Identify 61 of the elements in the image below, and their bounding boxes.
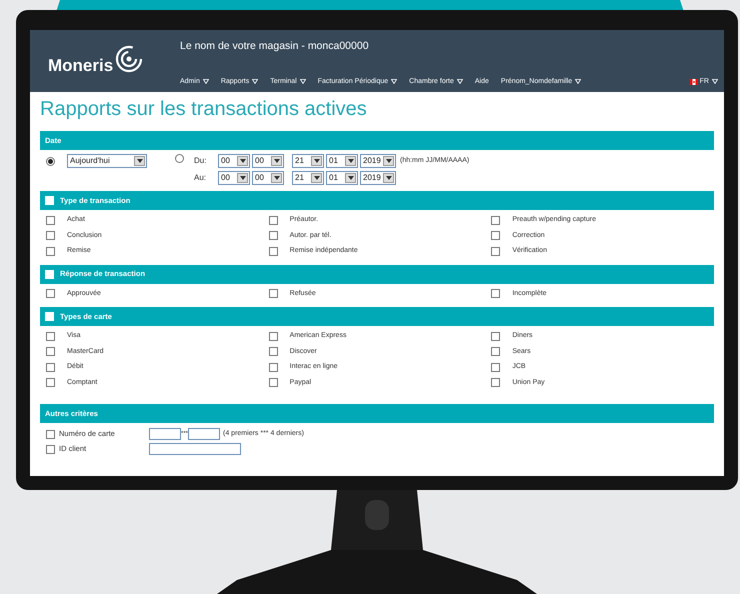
- dropdown[interactable]: 00: [252, 154, 284, 168]
- caret-icon: [136, 159, 142, 163]
- store-name: Le nom de votre magasin - monca00000: [180, 39, 370, 54]
- checkbox[interactable]: [46, 347, 55, 356]
- dropdown[interactable]: 01: [326, 154, 358, 168]
- range-label: Au:: [194, 172, 208, 184]
- dropdown[interactable]: 2019: [360, 171, 396, 185]
- checkbox[interactable]: [46, 216, 55, 225]
- dropdown[interactable]: 00: [218, 171, 250, 185]
- logo-text: Moneris: [48, 55, 114, 78]
- swirl-logo-icon: [115, 45, 144, 73]
- checkbox[interactable]: [46, 289, 55, 298]
- checkbox[interactable]: [46, 430, 55, 438]
- checkbox[interactable]: [46, 444, 55, 454]
- caret-icon: [240, 176, 246, 180]
- checkbox[interactable]: [268, 378, 278, 388]
- checkbox[interactable]: [268, 246, 278, 256]
- dropdown[interactable]: 00: [218, 154, 250, 168]
- caret-icon: [712, 79, 718, 84]
- checkbox[interactable]: [268, 231, 278, 240]
- dropdown[interactable]: 21: [292, 171, 324, 185]
- checkbox[interactable]: [268, 216, 278, 225]
- caret-icon: [314, 176, 320, 180]
- dropdown[interactable]: 21: [292, 154, 324, 168]
- radio-button[interactable]: [175, 154, 184, 163]
- checkbox[interactable]: [46, 378, 55, 388]
- radio-button[interactable]: [46, 156, 55, 166]
- caret-icon: [348, 176, 354, 180]
- checkbox[interactable]: [491, 289, 500, 298]
- checkbox[interactable]: [491, 378, 500, 388]
- caret-icon: [240, 159, 246, 163]
- caret-icon: [274, 176, 280, 180]
- checkbox[interactable]: [46, 362, 55, 372]
- caret-icon: [274, 159, 280, 163]
- input-field[interactable]: [149, 428, 181, 440]
- input-field[interactable]: [149, 443, 241, 455]
- checkbox[interactable]: [46, 332, 55, 341]
- checkbox[interactable]: [268, 332, 278, 341]
- checkbox[interactable]: [491, 246, 500, 256]
- dropdown[interactable]: 00: [252, 171, 284, 185]
- caret-icon: [314, 159, 320, 163]
- checkbox[interactable]: [491, 362, 500, 372]
- dropdown[interactable]: 01: [326, 171, 358, 185]
- caret-icon: [386, 159, 392, 163]
- input-field[interactable]: [188, 428, 220, 440]
- caret-icon: [348, 159, 354, 163]
- checkbox[interactable]: [268, 347, 278, 356]
- flag-icon: [690, 78, 698, 85]
- checkbox[interactable]: [46, 246, 55, 256]
- checkbox[interactable]: [491, 347, 500, 356]
- caret-icon: [386, 176, 392, 180]
- checkbox[interactable]: [46, 231, 55, 240]
- dropdown[interactable]: 2019: [360, 154, 396, 168]
- checkbox[interactable]: [268, 362, 278, 372]
- checkbox[interactable]: [491, 332, 500, 341]
- checkbox[interactable]: [268, 289, 278, 298]
- dropdown[interactable]: Aujourd'hui: [67, 154, 147, 168]
- range-label: Du:: [194, 155, 208, 167]
- checkbox[interactable]: [491, 216, 500, 225]
- checkbox[interactable]: [491, 231, 500, 240]
- page-title: Rapports sur les transactions actives: [40, 97, 368, 122]
